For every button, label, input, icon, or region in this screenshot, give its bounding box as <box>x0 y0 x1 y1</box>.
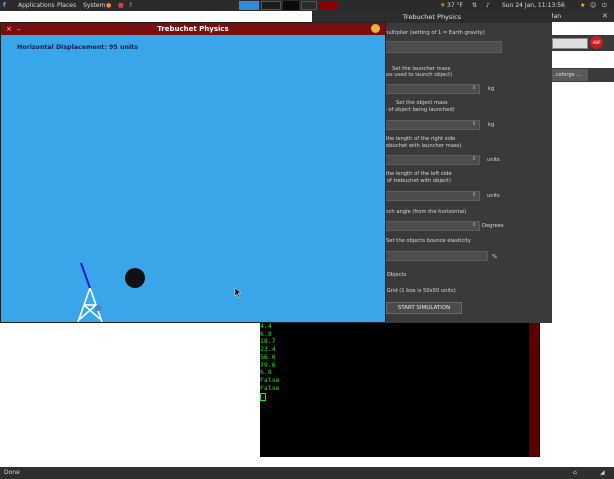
right-side-field[interactable] <box>372 155 480 165</box>
search-input[interactable] <box>552 38 588 49</box>
object-mass-unit: kg <box>488 122 495 128</box>
launcher-mass-spinner[interactable]: ⇕ <box>472 85 476 91</box>
status-text: Done <box>4 469 20 476</box>
workspace-1[interactable] <box>239 1 259 10</box>
simulation-canvas <box>77 262 242 322</box>
left-side-field[interactable] <box>372 191 480 201</box>
object-mass-sublabel: s of object being launched) <box>384 107 455 113</box>
left-side-label: t the length of the left side <box>382 171 452 177</box>
right-side-sublabel: trebuchet with launcher mass) <box>382 143 462 149</box>
workspace-5[interactable] <box>319 1 337 10</box>
terminal-line: False <box>260 383 280 392</box>
elasticity-unit: % <box>492 254 497 260</box>
adblock-icon[interactable]: ABP <box>590 36 603 49</box>
workspace-4[interactable] <box>301 1 317 10</box>
terminal-scrollbar[interactable] <box>529 323 539 457</box>
mail-icon[interactable]: ■ <box>118 0 124 11</box>
grid-checkbox-label[interactable]: y Grid (1 box is 50x50 units) <box>382 288 456 295</box>
weather-temperature: 37 °F <box>447 2 463 9</box>
gravity-field[interactable] <box>372 41 502 53</box>
right-side-label: t the length of the right side <box>382 136 456 142</box>
fedora-logo-icon[interactable]: f <box>3 0 6 11</box>
object-mass-field[interactable] <box>372 120 480 130</box>
browser-close-icon[interactable]: ✕ <box>602 11 608 22</box>
top-panel: f Applications Places System ● ■ ? ☀ 37 … <box>0 0 614 11</box>
firefox-icon[interactable]: ● <box>106 0 111 11</box>
right-side-spinner[interactable]: ⇕ <box>472 156 476 162</box>
launcher-mass-sublabel: ass used to launch object) <box>384 72 453 78</box>
simulation-window: Trebuchet Physics × – Horizontal Displac… <box>0 22 386 323</box>
object-mass-spinner[interactable]: ⇕ <box>472 121 476 127</box>
trebuchet-tower <box>77 287 103 322</box>
start-simulation-button[interactable]: START SIMULATION <box>386 302 462 314</box>
trebuchet-arm <box>80 262 92 292</box>
gravity-label: vity multiplier (setting of 1 = Earth gr… <box>372 30 485 36</box>
trebuchet-pivot <box>95 305 101 311</box>
star-icon[interactable]: ★ <box>580 0 585 11</box>
status-resize-icon: ◢ <box>600 469 605 476</box>
browser-statusbar: Done ⌂ ◢ <box>0 467 614 479</box>
launch-angle-spinner[interactable]: ⇕ <box>472 222 476 228</box>
workspace-2[interactable] <box>261 1 281 10</box>
terminal-output: 4.4 6.8 18.7 23.4 56.0 79.6 6.8 False Fa… <box>260 322 280 392</box>
elasticity-label: Set the objects bounce elasticity <box>386 238 471 244</box>
network-icon[interactable]: ⇅ <box>472 0 477 11</box>
browser-tab-label: ...ceforge ... <box>551 72 581 78</box>
launch-angle-unit: Degrees <box>482 223 504 229</box>
left-side-sublabel: e of trebuchet with object) <box>382 178 451 184</box>
mouse-cursor-icon <box>234 287 242 299</box>
volume-icon[interactable]: ♪ <box>486 0 490 11</box>
status-addon-icon[interactable]: ⌂ <box>573 467 577 479</box>
weather-icon: ☀ <box>440 2 446 9</box>
menu-applications[interactable]: Applications <box>18 0 55 11</box>
menu-places[interactable]: Places <box>57 0 76 11</box>
left-side-unit: units <box>487 193 500 199</box>
object-mass-label: Set the object mass <box>396 100 448 106</box>
left-side-spinner[interactable]: ⇕ <box>472 192 476 198</box>
user-icon[interactable]: ☺ <box>590 0 596 11</box>
elasticity-field[interactable] <box>372 251 488 261</box>
terminal-cursor <box>260 393 266 401</box>
browser-tab[interactable]: ...ceforge ... <box>548 69 588 81</box>
launcher-mass-unit: kg <box>488 86 495 92</box>
workspace-3[interactable] <box>283 1 299 10</box>
help-icon[interactable]: ? <box>129 0 132 11</box>
clock[interactable]: Sun 24 Jan, 11:13:56 <box>502 0 565 11</box>
menu-system[interactable]: System <box>83 0 105 11</box>
terminal-window[interactable]: 4.4 6.8 18.7 23.4 56.0 79.6 6.8 False Fa… <box>260 322 540 457</box>
projectile-ball <box>125 268 145 288</box>
right-side-unit: units <box>487 157 500 163</box>
launch-angle-field[interactable] <box>372 221 480 231</box>
launcher-mass-field[interactable] <box>372 84 480 94</box>
launch-angle-label: unch angle (from the horizontal) <box>382 209 467 215</box>
power-icon[interactable]: ⏻ <box>602 0 607 11</box>
